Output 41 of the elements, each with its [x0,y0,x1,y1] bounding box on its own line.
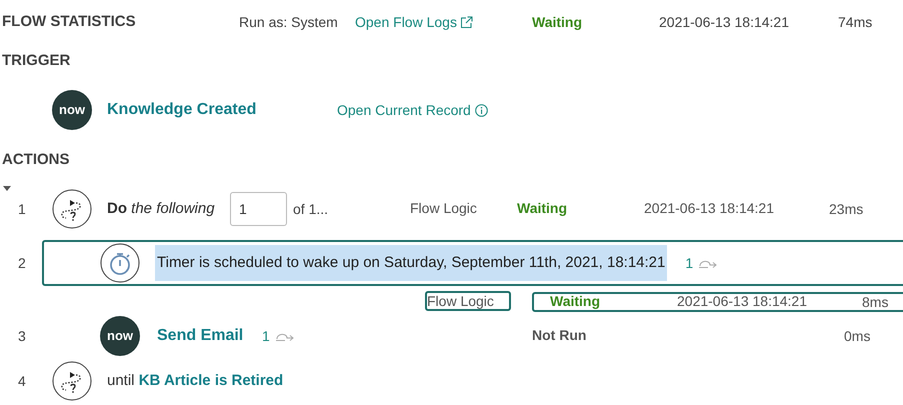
timestamp: 2021-06-13 18:14:21 [644,200,774,216]
logo: now [52,90,92,130]
action-name: Send Email [157,326,244,346]
status-label: Waiting [550,293,600,309]
action-row[interactable]: Timer is scheduled to wake up on Saturday, September 11th, 2021, 18:14:21 1 [42,240,903,286]
logo: now [100,316,140,356]
timestamp: 2021-06-13 18:14:21 [659,12,790,32]
run-as-label: Run as: System [239,12,339,32]
count-label: 1 [262,326,270,346]
iteration-total: of 1... [293,200,330,218]
stopwatch-icon [100,243,140,283]
flow-logs-link[interactable]: Open Flow Logs [355,12,532,32]
section-title: TRIGGER [1,50,70,71]
status-label: Waiting [517,200,568,216]
trigger-name: Knowledge Created [107,100,258,120]
duration: 74ms [838,12,872,32]
current-record-link[interactable]: Open Current Record [337,100,488,120]
timer-message: Timer is scheduled to wake up on Saturday, September 11th, 2021, 18:14:21 [155,245,668,281]
row-number: 4 [17,372,27,390]
row-number: 1 [17,200,27,218]
duration: 0ms [844,326,870,346]
external-link-icon [460,16,473,28]
section-title: ACTIONS [1,150,70,170]
type-label: Flow Logic [425,291,511,311]
row-number: 2 [17,254,27,272]
loop-icon [52,361,92,401]
step-label: Do the following [107,198,216,219]
condition-label: until KB Article is Retired [107,370,284,391]
type-label: Flow Logic [410,199,477,218]
iteration-field[interactable]: 1 [230,192,287,226]
status-label: Waiting [532,14,582,30]
loop-icon [52,189,92,229]
status-label: Not Run [532,327,586,343]
row-number: 3 [17,326,27,346]
duration: 23ms [829,200,864,218]
section-title: FLOW STATISTICS [1,12,137,32]
info-icon [474,104,488,116]
count-label: 1 [685,254,694,272]
caret-icon[interactable] [3,186,11,192]
timestamp: 2021-06-13 18:14:21 [677,293,807,309]
duration: 8ms [862,292,888,312]
